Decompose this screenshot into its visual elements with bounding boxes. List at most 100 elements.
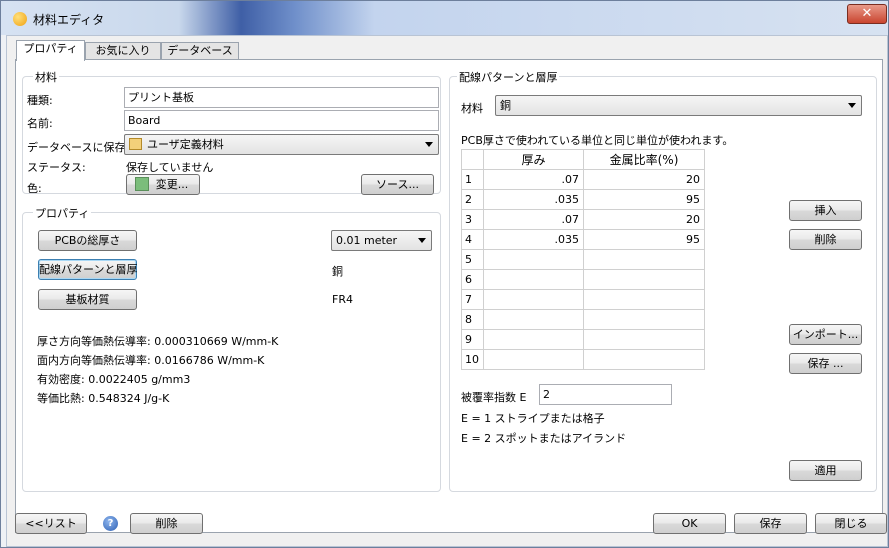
properties-panel: 材料 種類: プリント基板 名前: Board データベースに保存: ユーザ定義…: [15, 59, 883, 533]
table-row: 5: [461, 249, 705, 270]
trace-layer-button[interactable]: 配線パターンと層厚: [38, 259, 137, 280]
metal-ratio-cell[interactable]: [583, 269, 705, 290]
thickness-cell[interactable]: [483, 269, 584, 290]
trace-material-label: 材料: [461, 102, 483, 115]
table-row: 9: [461, 329, 705, 350]
coverage-input[interactable]: 2: [539, 384, 672, 405]
metal-ratio-column-header: 金属比率(%): [583, 149, 705, 170]
change-color-button[interactable]: 変更...: [126, 174, 200, 195]
insert-button[interactable]: 挿入: [789, 200, 862, 221]
properties-group-label: プロパティ: [33, 205, 92, 221]
metal-ratio-cell[interactable]: [583, 309, 705, 330]
table-row: 6: [461, 269, 705, 290]
metal-ratio-cell[interactable]: 95: [583, 229, 705, 250]
metal-ratio-cell[interactable]: [583, 349, 705, 370]
stat-label: 等価比熱:: [37, 392, 85, 405]
help-icon[interactable]: ?: [103, 516, 118, 531]
save-layers-button[interactable]: 保存 ...: [789, 353, 862, 374]
thickness-cell[interactable]: .035: [483, 189, 584, 210]
metal-ratio-cell[interactable]: 20: [583, 209, 705, 230]
thickness-cell[interactable]: [483, 329, 584, 350]
stat-value: 0.000310669 W/mm-K: [154, 335, 279, 348]
substrate-value: FR4: [332, 293, 353, 306]
substrate-button[interactable]: 基板材質: [38, 289, 137, 310]
chevron-down-icon: [848, 103, 856, 108]
name-field[interactable]: Board: [124, 110, 439, 131]
trace-material-select[interactable]: 銅: [495, 95, 862, 116]
type-label: 種類:: [27, 94, 53, 107]
row-number: 10: [461, 349, 484, 370]
stat-label: 面内方向等価熱伝導率:: [37, 354, 151, 367]
table-row: 2.035 95: [461, 189, 705, 210]
trace-material-value: 銅: [500, 99, 511, 112]
status-value: 保存していません: [126, 161, 214, 174]
trace-layer-value: 銅: [332, 265, 343, 278]
source-button[interactable]: ソース...: [361, 174, 434, 195]
metal-ratio-cell[interactable]: [583, 329, 705, 350]
delete-button[interactable]: 削除: [130, 513, 203, 534]
change-color-label: 変更...: [155, 178, 189, 191]
thickness-cell[interactable]: .07: [483, 209, 584, 230]
thickness-cell[interactable]: .07: [483, 169, 584, 190]
database-select[interactable]: ユーザ定義材料: [124, 134, 439, 155]
row-number: 3: [461, 209, 484, 230]
thickness-unit-select[interactable]: 0.01 meter: [331, 230, 432, 251]
material-editor-window: 材料エディタ ✕ プロパティ お気に入り データベース 材料 種類: プリント基…: [0, 0, 889, 548]
e1-note: E = 1 ストライプまたは格子: [461, 412, 605, 425]
layer-table: 厚み 金属比率(%) 1.07 20 2.035 95 3.07 20 4.035 95 5 6 7…: [461, 149, 705, 370]
coverage-label: 被覆率指数 E: [461, 391, 527, 404]
row-number-header: [461, 149, 484, 170]
table-row: 8: [461, 309, 705, 330]
save-button[interactable]: 保存: [734, 513, 807, 534]
stat-row: 面内方向等価熱伝導率: 0.0166786 W/mm-K: [37, 352, 264, 368]
pcb-thickness-button[interactable]: PCBの総厚さ: [38, 230, 137, 251]
close-button[interactable]: 閉じる: [815, 513, 887, 534]
apply-button[interactable]: 適用: [789, 460, 862, 481]
units-note: PCB厚さで使われている単位と同じ単位が使われます。: [461, 134, 734, 147]
row-number: 8: [461, 309, 484, 330]
type-field[interactable]: プリント基板: [124, 87, 439, 108]
row-number: 9: [461, 329, 484, 350]
title-bar[interactable]: 材料エディタ ✕: [1, 1, 888, 35]
ok-button[interactable]: OK: [653, 513, 726, 534]
delete-row-button[interactable]: 削除: [789, 229, 862, 250]
table-row: 3.07 20: [461, 209, 705, 230]
thickness-cell[interactable]: [483, 309, 584, 330]
trace-group-label: 配線パターンと層厚: [457, 69, 560, 85]
status-label: ステータス:: [27, 161, 86, 174]
thickness-cell[interactable]: [483, 349, 584, 370]
thickness-unit-value: 0.01 meter: [336, 234, 398, 247]
database-select-value: ユーザ定義材料: [147, 138, 224, 151]
chevron-down-icon: [418, 238, 426, 243]
metal-ratio-cell[interactable]: 95: [583, 189, 705, 210]
list-button[interactable]: <<リスト: [15, 513, 87, 534]
import-button[interactable]: インポート...: [789, 324, 862, 345]
thickness-cell[interactable]: [483, 289, 584, 310]
folder-icon: [129, 138, 142, 150]
chevron-down-icon: [425, 142, 433, 147]
stat-label: 有効密度:: [37, 373, 85, 386]
thickness-column-header: 厚み: [483, 149, 584, 170]
database-save-label: データベースに保存:: [27, 141, 130, 154]
table-row: 1.07 20: [461, 169, 705, 190]
tab-database[interactable]: データベース: [161, 42, 239, 60]
close-window-button[interactable]: ✕: [847, 4, 887, 24]
table-row: 4.035 95: [461, 229, 705, 250]
row-number: 6: [461, 269, 484, 290]
tab-properties[interactable]: プロパティ: [16, 40, 85, 61]
stat-row: 等価比熱: 0.548324 J/g-K: [37, 390, 169, 406]
e2-note: E = 2 スポットまたはアイランド: [461, 432, 627, 445]
name-label: 名前:: [27, 117, 53, 130]
stat-value: 0.548324 J/g-K: [88, 392, 170, 405]
thickness-cell[interactable]: .035: [483, 229, 584, 250]
tab-favorites[interactable]: お気に入り: [85, 42, 161, 60]
metal-ratio-cell[interactable]: [583, 249, 705, 270]
table-header-row: 厚み 金属比率(%): [461, 149, 705, 170]
color-label: 色:: [27, 182, 42, 195]
metal-ratio-cell[interactable]: [583, 289, 705, 310]
table-row: 10: [461, 349, 705, 370]
metal-ratio-cell[interactable]: 20: [583, 169, 705, 190]
stat-row: 厚さ方向等価熱伝導率: 0.000310669 W/mm-K: [37, 333, 278, 349]
table-row: 7: [461, 289, 705, 310]
thickness-cell[interactable]: [483, 249, 584, 270]
